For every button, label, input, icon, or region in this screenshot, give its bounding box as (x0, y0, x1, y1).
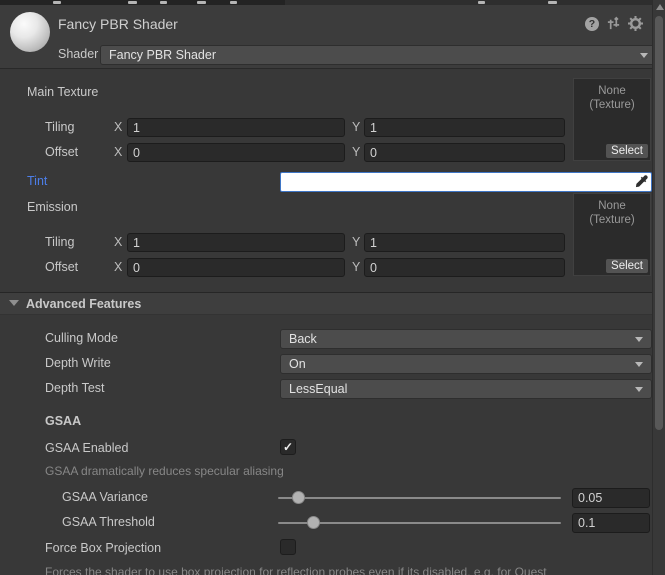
gsaa-threshold-label: GSAA Threshold (62, 515, 155, 529)
offset-x-label: X (114, 260, 122, 274)
tab-text-fragment (230, 1, 237, 4)
scrollbar-thumb[interactable] (655, 16, 663, 430)
offset-x-label: X (114, 145, 122, 159)
gsaa-section-title: GSAA (45, 414, 81, 428)
offset-label: Offset (45, 260, 78, 274)
depth-test-label: Depth Test (45, 381, 105, 395)
tab-text-fragment (548, 1, 557, 4)
tiling-y-label: Y (352, 120, 360, 134)
emission-texture-slot[interactable]: None (Texture) Select (573, 193, 651, 276)
force-box-help-text: Forces the shader to use box projection … (45, 565, 547, 575)
scrollbar[interactable] (652, 0, 665, 575)
tiling-y-label: Y (352, 235, 360, 249)
chevron-down-icon (635, 387, 643, 392)
advanced-features-foldout[interactable]: Advanced Features (0, 292, 665, 315)
offset-y-label: Y (352, 145, 360, 159)
shader-dropdown[interactable]: Fancy PBR Shader (100, 45, 657, 65)
shader-dropdown-value: Fancy PBR Shader (109, 48, 634, 62)
material-preview-sphere[interactable] (10, 12, 50, 52)
texture-select-button[interactable]: Select (606, 144, 648, 158)
depth-write-dropdown[interactable]: On (280, 354, 652, 374)
scroll-up-icon[interactable] (656, 4, 664, 10)
main-tiling-x-input[interactable]: 1 (127, 118, 345, 137)
depth-test-dropdown[interactable]: LessEqual (280, 379, 652, 399)
tiling-x-label: X (114, 120, 122, 134)
main-offset-y-input[interactable]: 0 (364, 143, 565, 162)
gsaa-variance-slider[interactable] (278, 497, 561, 499)
emission-offset-x-input[interactable]: 0 (127, 258, 345, 277)
material-inspector: Fancy PBR Shader ? (0, 0, 665, 575)
offset-label: Offset (45, 145, 78, 159)
chevron-down-icon (640, 53, 648, 58)
help-icon[interactable]: ? (585, 17, 599, 31)
emission-tiling-y-input[interactable]: 1 (364, 233, 565, 252)
main-offset-x-input[interactable]: 0 (127, 143, 345, 162)
gsaa-enabled-label: GSAA Enabled (45, 441, 128, 455)
main-texture-label: Main Texture (27, 85, 98, 99)
tab-text-fragment (128, 1, 137, 4)
shader-label: Shader (58, 47, 98, 61)
texture-none-text: None (Texture) (574, 199, 650, 227)
material-title: Fancy PBR Shader (58, 16, 178, 32)
gsaa-variance-label: GSAA Variance (62, 490, 148, 504)
slider-thumb[interactable] (307, 516, 320, 529)
culling-mode-label: Culling Mode (45, 331, 118, 345)
chevron-down-icon (635, 362, 643, 367)
tab-text-fragment (478, 1, 485, 4)
culling-mode-dropdown[interactable]: Back (280, 329, 652, 349)
emission-offset-y-input[interactable]: 0 (364, 258, 565, 277)
emission-tiling-x-input[interactable]: 1 (127, 233, 345, 252)
tab-text-fragment (53, 1, 61, 4)
gear-icon[interactable] (628, 16, 643, 31)
gsaa-threshold-slider[interactable] (278, 522, 561, 524)
tiling-label: Tiling (45, 120, 74, 134)
advanced-features-title: Advanced Features (26, 297, 141, 311)
chevron-down-icon (635, 337, 643, 342)
tab-text-fragment (197, 1, 206, 4)
offset-y-label: Y (352, 260, 360, 274)
tiling-x-label: X (114, 235, 122, 249)
tint-label: Tint (27, 174, 47, 188)
main-tiling-y-input[interactable]: 1 (364, 118, 565, 137)
emission-label: Emission (27, 200, 78, 214)
tiling-label: Tiling (45, 235, 74, 249)
gsaa-variance-input[interactable]: 0.05 (572, 488, 650, 508)
check-icon: ✓ (283, 441, 293, 453)
gsaa-enabled-checkbox[interactable]: ✓ (280, 439, 296, 455)
foldout-arrow-icon (9, 300, 19, 306)
main-texture-slot[interactable]: None (Texture) Select (573, 78, 651, 161)
texture-select-button[interactable]: Select (606, 259, 648, 273)
presets-icon[interactable] (606, 16, 621, 31)
texture-none-text: None (Texture) (574, 84, 650, 112)
material-header: Fancy PBR Shader ? (0, 5, 665, 69)
slider-thumb[interactable] (292, 491, 305, 504)
force-box-projection-label: Force Box Projection (45, 541, 161, 555)
tab-text-fragment (160, 1, 167, 4)
gsaa-help-text: GSAA dramatically reduces specular alias… (45, 464, 284, 478)
tint-color-field[interactable] (280, 172, 652, 192)
depth-write-label: Depth Write (45, 356, 111, 370)
force-box-projection-checkbox[interactable] (280, 539, 296, 555)
gsaa-threshold-input[interactable]: 0.1 (572, 513, 650, 533)
eyedropper-icon[interactable] (635, 175, 648, 191)
